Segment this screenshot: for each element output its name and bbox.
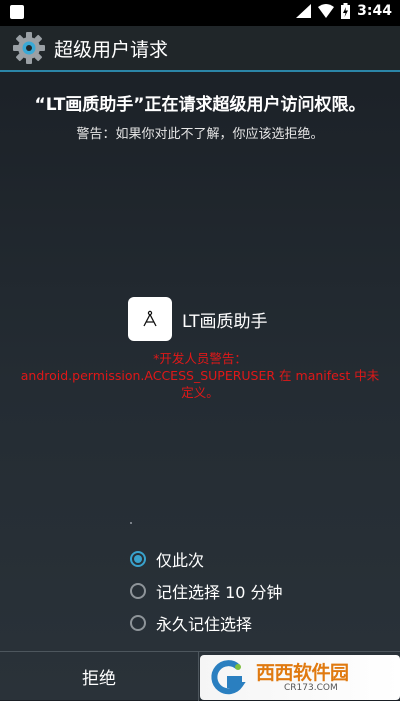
requesting-app: LT画质助手 <box>128 297 268 341</box>
radio-checked-icon[interactable] <box>130 551 146 567</box>
battery-charging-icon <box>341 3 351 19</box>
remember-options: 仅此次 记住选择 10 分钟 永久记住选择 <box>130 543 283 639</box>
watermark: 西西软件园 CR173.COM <box>200 655 400 700</box>
deny-button[interactable]: 拒绝 <box>0 652 198 701</box>
status-icons: 3:44 <box>296 3 392 19</box>
option-label: 永久记住选择 <box>156 615 253 634</box>
clock: 3:44 <box>357 3 392 19</box>
signal-icon <box>296 4 312 18</box>
option-once[interactable]: 仅此次 <box>130 543 283 575</box>
option-10-minutes[interactable]: 记住选择 10 分钟 <box>130 575 283 607</box>
app-name: LT画质助手 <box>182 311 268 332</box>
radio-unchecked-icon[interactable] <box>130 615 146 631</box>
app-title: 超级用户请求 <box>54 38 169 61</box>
divider-dot <box>130 522 132 524</box>
app-bar: 超级用户请求 <box>0 26 400 72</box>
watermark-url: CR173.COM <box>284 683 338 693</box>
watermark-brand: 西西软件园 <box>256 662 349 684</box>
developer-warning: *开发人员警告： android.permission.ACCESS_SUPER… <box>14 350 386 401</box>
compass-icon <box>128 297 172 341</box>
developer-warning-line: 定义。 <box>181 385 219 400</box>
developer-warning-line: android.permission.ACCESS_SUPERUSER 在 ma… <box>20 368 380 383</box>
option-label: 仅此次 <box>156 551 205 570</box>
gear-icon <box>13 32 45 64</box>
request-warning: 警告：如果你对此不了解，你应该选拒绝。 <box>76 127 324 142</box>
watermark-logo-icon <box>211 660 246 695</box>
request-headline: “LT画质助手”正在请求超级用户访问权限。 <box>34 95 366 115</box>
notification-icon <box>10 5 24 19</box>
radio-unchecked-icon[interactable] <box>130 583 146 599</box>
option-label: 记住选择 10 分钟 <box>156 583 283 602</box>
developer-warning-line: *开发人员警告： <box>153 351 247 366</box>
option-forever[interactable]: 永久记住选择 <box>130 607 283 639</box>
wifi-icon <box>318 4 335 18</box>
status-bar: 3:44 <box>0 0 400 26</box>
